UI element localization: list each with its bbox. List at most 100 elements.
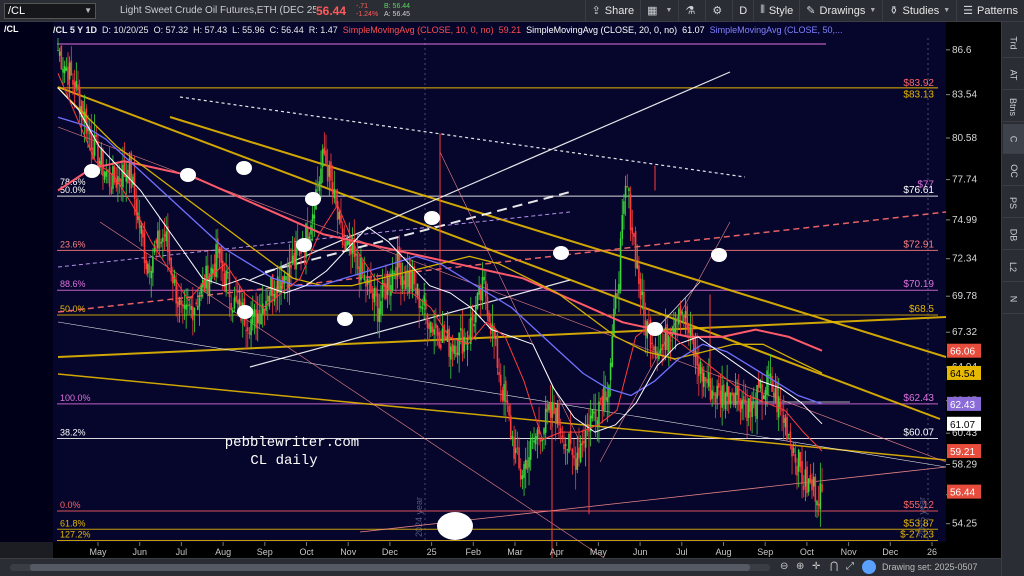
candle-body [77,84,79,91]
price-chart[interactable]: 2024 year 2025 year 78.6%50.0%23.6%88.6%5… [0,22,1001,558]
candle-body [519,468,522,480]
layout-button[interactable]: ▦ ▼ [640,0,678,22]
chart-title: /CL 5 Y 1D [53,25,98,35]
candle-body [150,271,153,279]
side-tab-at[interactable]: AT [1003,60,1024,90]
candle-body [376,293,379,322]
fib-level-label: 100.0% [60,393,91,403]
candle-body [479,289,482,300]
side-tab-n[interactable]: N [1003,284,1024,314]
candle-body [380,301,382,314]
candle-body [410,269,412,289]
gear-icon: ⚙ [712,5,723,17]
candle-body [458,332,460,356]
candle-body [218,248,221,254]
symbol-selector[interactable]: /CL ▼ [4,2,96,19]
candle-body [578,447,580,459]
candle-body [764,389,767,400]
candle-body [548,404,550,411]
candle-body [395,267,397,280]
candle-body [639,278,642,300]
candle-body [336,200,339,221]
candle-body [606,397,609,403]
candle-body [706,378,708,384]
crosshair-icon[interactable]: ✛ [812,561,820,572]
level-price-label: $70.19 [903,279,934,290]
study-sma10-label[interactable]: SimpleMovingAvg (CLOSE, 10, 0, no) [343,25,494,35]
candle-body [484,281,487,297]
side-tab-ps[interactable]: PS [1003,188,1024,218]
zoom-in-icon[interactable]: ⊕ [796,561,804,572]
pivot-marker [647,322,663,336]
style-button[interactable]: ⫴ Style [753,0,799,22]
side-tab-l2[interactable]: L2 [1003,252,1024,282]
study-sma50-label[interactable]: SimpleMovingAvg (CLOSE, 50,... [710,25,843,35]
magnet-icon[interactable]: ⋂ [830,561,838,572]
candle-body [573,455,575,459]
candle-body [581,441,584,446]
symbol-text: /CL [8,4,26,17]
studies-button[interactable]: ⚱ Studies ▼ [882,0,956,22]
candle-body [143,232,146,264]
candle-body [749,397,752,412]
side-tab-trd[interactable]: Trd [1003,28,1024,58]
time-tick-label: Aug [215,547,231,557]
scrollbar-thumb[interactable] [30,564,750,571]
side-tab-db[interactable]: DB [1003,220,1024,250]
share-button[interactable]: ⇪ Share [584,0,641,22]
candle-body [812,476,815,487]
candle-body [779,401,782,408]
candle-body [450,346,452,360]
candle-body [696,352,698,366]
zoom-out-icon[interactable]: ⊖ [780,561,788,572]
side-tab-oc[interactable]: OC [1003,156,1024,186]
candle-body [678,308,680,325]
candle-body [67,66,69,85]
time-tick-label: Jun [132,547,147,557]
candle-body [686,306,688,329]
candle-body [391,270,394,291]
candle-body [110,186,113,194]
expand-icon[interactable]: ⤢ [846,561,854,572]
candle-body [320,168,322,185]
level-price-label: $72.91 [903,239,934,250]
candle-body [729,392,732,405]
candle-body [747,398,750,418]
candle-body [321,149,324,167]
candle-body [613,308,615,337]
pivot-marker [84,164,100,178]
flask-button[interactable]: ⚗ [678,0,705,22]
candle-body [593,411,595,414]
settings-button[interactable]: ⚙ [705,0,732,22]
price-axis[interactable] [946,22,1001,558]
candle-body [654,346,657,355]
chevron-down-icon: ▼ [84,6,92,15]
study-sma20-label[interactable]: SimpleMovingAvg (CLOSE, 20, 0, no) [526,25,677,35]
candle-body [333,189,336,199]
drawing-set-label[interactable]: Drawing set: 2025-0507 [882,562,978,572]
candle-body [731,392,733,396]
candle-body [757,379,760,388]
candle-body [105,171,108,177]
bid-value: B: 56.44 [384,2,411,10]
candle-body [544,408,547,433]
candle-body [772,392,775,398]
drawing-set-icon[interactable] [862,560,876,574]
chart-scrollbar[interactable] [10,564,770,571]
candle-body [463,336,465,352]
last-price: 56.44 [316,3,347,18]
patterns-button[interactable]: ☰ Patterns [956,0,1024,22]
timeframe-button[interactable]: D [732,0,753,22]
candle-body [771,375,773,392]
candle-body [786,416,788,440]
time-tick-label: May [590,547,608,557]
patterns-label: Patterns [977,4,1018,17]
candle-body [504,380,507,402]
candle-body [623,201,625,214]
drawings-button[interactable]: ✎ Drawings ▼ [799,0,882,22]
pivot-marker [424,211,440,225]
time-tick-label: Sep [257,547,273,557]
candle-body [266,295,269,302]
side-tab-btns[interactable]: Btns [1003,92,1024,122]
side-tab-c[interactable]: C [1003,124,1024,154]
